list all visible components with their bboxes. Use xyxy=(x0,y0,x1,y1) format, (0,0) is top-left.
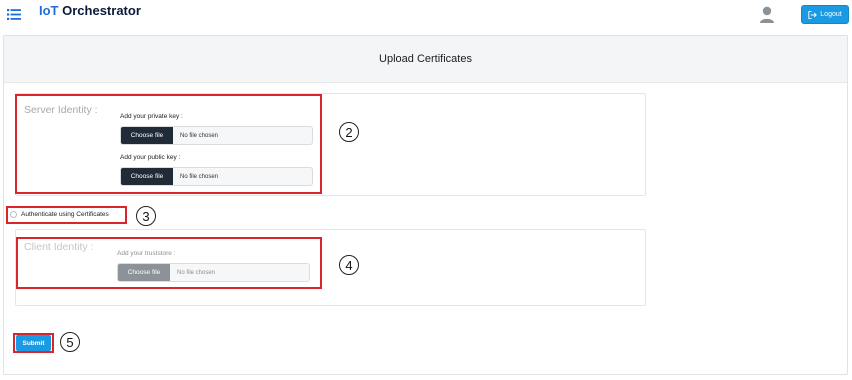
upload-certificates-panel: Upload Certificates xyxy=(3,35,848,375)
user-avatar-icon[interactable] xyxy=(759,6,775,24)
truststore-file-input[interactable]: Choose file No file chosen xyxy=(117,263,310,282)
marker-5: 5 xyxy=(60,332,80,352)
logout-arrow-icon xyxy=(808,10,818,19)
app-title-prefix: IoT xyxy=(39,3,59,18)
truststore-choose-file-button[interactable]: Choose file xyxy=(118,264,170,281)
logout-label: Logout xyxy=(820,11,842,18)
authenticate-checkbox-label: Authenticate using Certificates xyxy=(21,211,109,218)
private-key-file-status: No file chosen xyxy=(180,132,219,139)
app-title: IoT Orchestrator xyxy=(39,3,141,18)
truststore-file-status: No file chosen xyxy=(177,269,216,276)
marker-4: 4 xyxy=(339,255,359,275)
panel-title: Upload Certificates xyxy=(4,36,847,83)
public-key-file-input[interactable]: Choose file No file chosen xyxy=(120,167,313,186)
server-identity-title: Server Identity : xyxy=(24,104,98,116)
hamburger-menu-icon[interactable] xyxy=(7,9,21,20)
private-key-choose-file-button[interactable]: Choose file xyxy=(121,127,173,144)
private-key-file-input[interactable]: Choose file No file chosen xyxy=(120,126,313,145)
submit-button[interactable]: Submit xyxy=(16,335,51,351)
marker-2: 2 xyxy=(339,122,359,142)
authenticate-checkbox[interactable] xyxy=(10,211,17,218)
app-title-suffix: Orchestrator xyxy=(62,3,141,18)
authenticate-certificates-toggle[interactable]: Authenticate using Certificates xyxy=(10,211,109,218)
public-key-label: Add your public key : xyxy=(120,154,181,161)
public-key-file-status: No file chosen xyxy=(180,173,219,180)
top-bar: IoT Orchestrator Logout xyxy=(0,0,852,30)
private-key-label: Add your private key : xyxy=(120,113,183,120)
public-key-choose-file-button[interactable]: Choose file xyxy=(121,168,173,185)
logout-button[interactable]: Logout xyxy=(801,5,849,24)
client-identity-title: Client Identity : xyxy=(24,241,94,253)
truststore-label: Add your truststore : xyxy=(117,250,176,257)
marker-3: 3 xyxy=(136,206,156,226)
